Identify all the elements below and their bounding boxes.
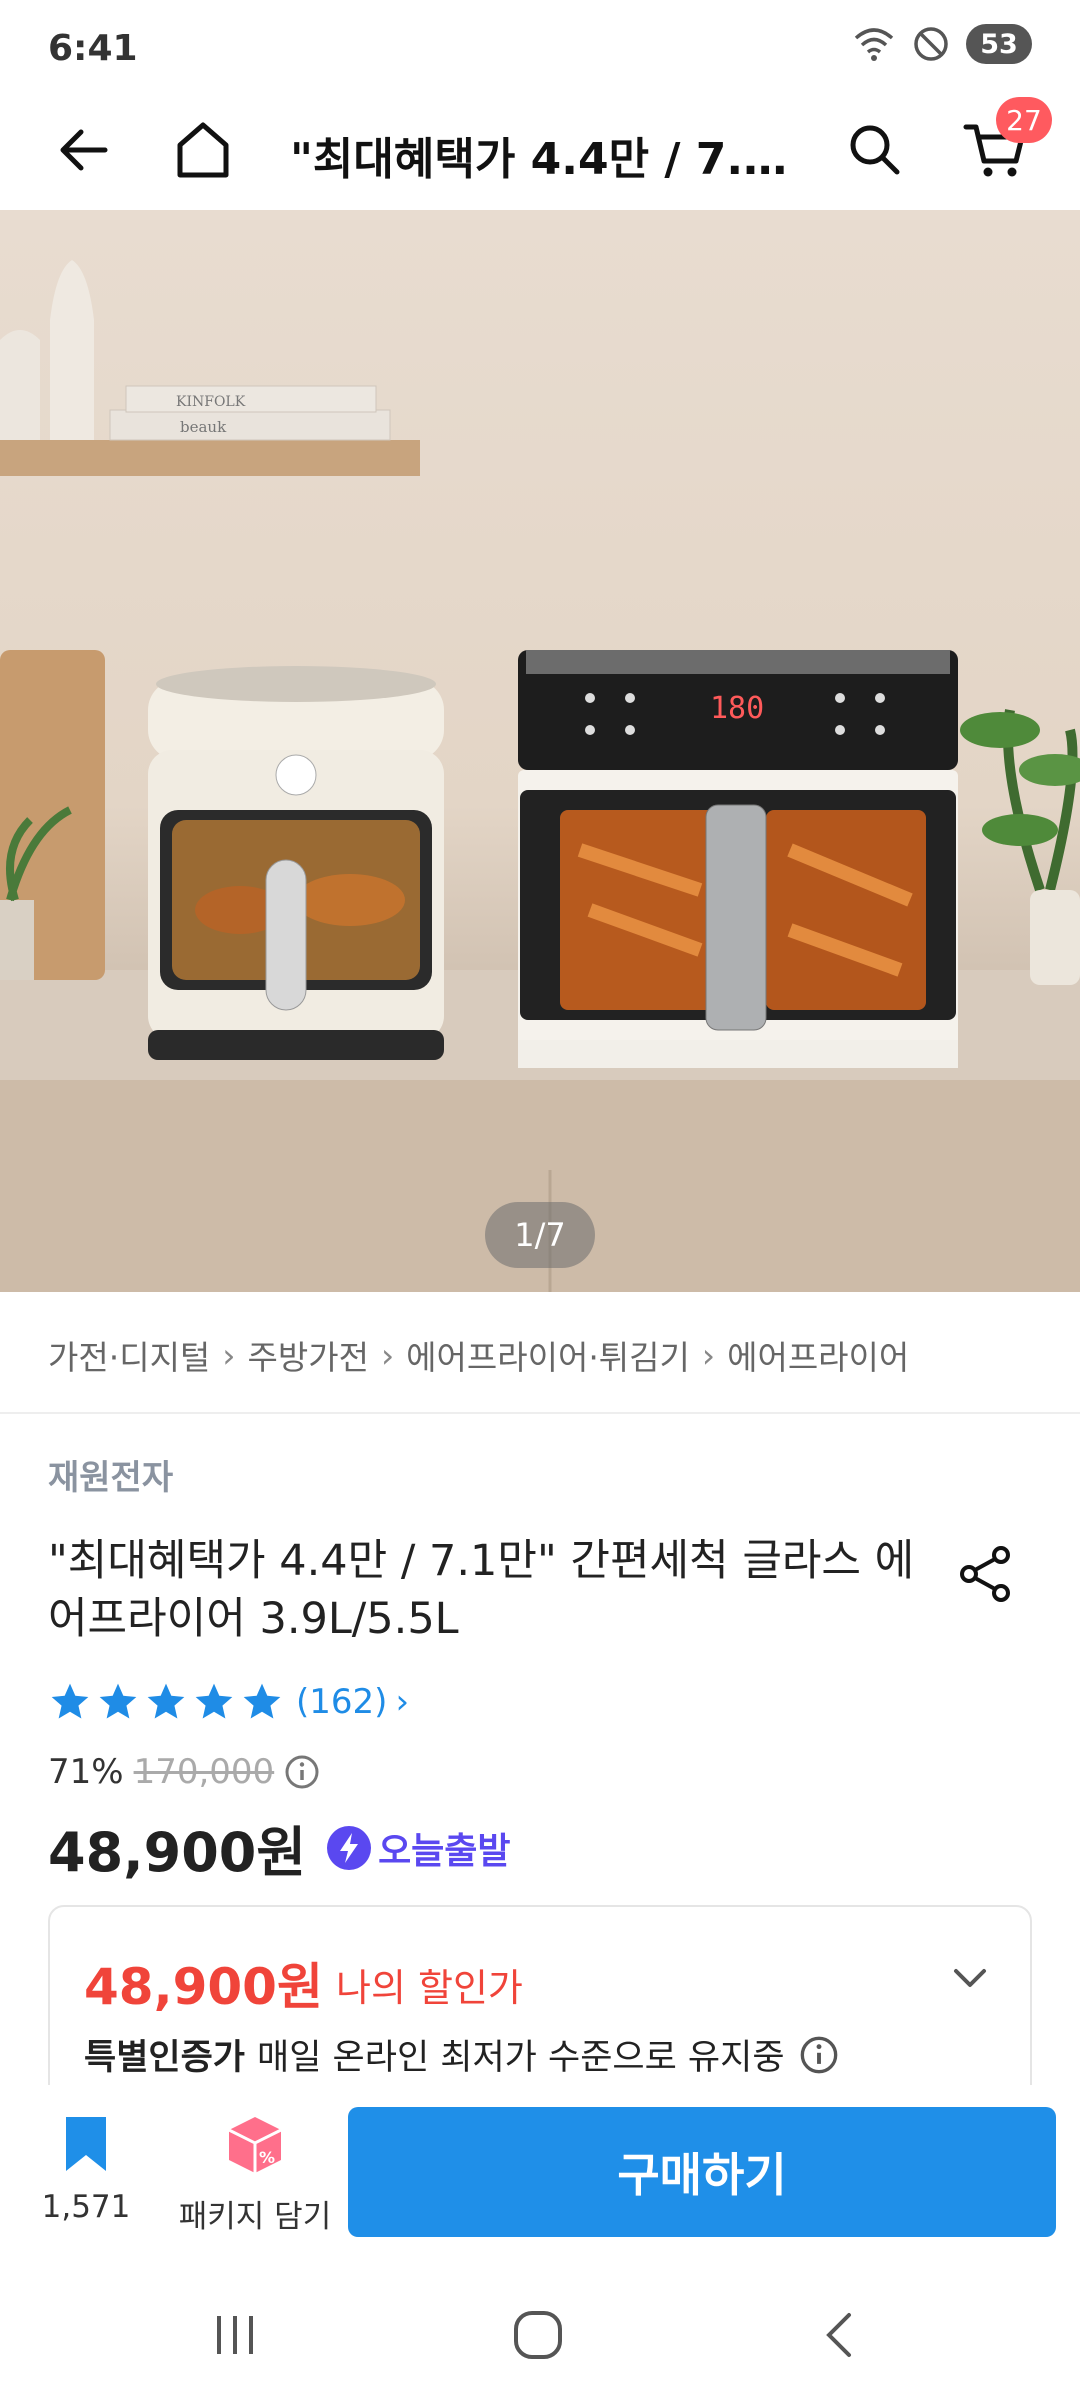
home-circle-icon — [514, 2311, 562, 2359]
product-title: "최대혜택가 4.4만 / 7.1만" 간편세척 글라스 에어프라이어 3.9L… — [48, 1536, 915, 1644]
star-icon — [243, 1683, 281, 1719]
info-icon[interactable] — [799, 2035, 839, 2075]
top-nav: "최대혜택가 4.4만 / 7.1만" 간편세척 글라스 에어프라이어 3.9L… — [0, 95, 1080, 210]
chevron-right-icon: › — [395, 1682, 410, 1722]
review-count[interactable]: (162) — [296, 1682, 387, 1722]
sale-price: 48,900원 — [48, 1821, 307, 1884]
share-button[interactable] — [950, 1538, 1022, 1610]
chevron-right-icon: › — [380, 1335, 395, 1375]
breadcrumb-item[interactable]: 에어프라이어·튀김기 — [406, 1331, 690, 1379]
chevron-down-icon[interactable] — [948, 1955, 992, 1999]
info-icon[interactable] — [284, 1754, 320, 1790]
package-add-label: 패키지 담기 — [178, 2199, 332, 2235]
price-row: 48,900원 오늘출발 — [48, 1808, 511, 1887]
chevron-right-icon: › — [701, 1335, 716, 1375]
product-photo: KINFOLK beauk 180 — [0, 260, 1080, 1292]
system-nav-bar — [0, 2260, 1080, 2400]
buy-button[interactable]: 구매하기 — [348, 2107, 1056, 2237]
package-add-button[interactable]: % 패키지 담기 — [170, 2113, 340, 2236]
home-button[interactable] — [158, 105, 248, 195]
back-nav-button[interactable] — [800, 2300, 880, 2370]
fryer-display: 180 — [710, 691, 764, 726]
price-note: 특별인증가 매일 온라인 최저가 수준으로 유지중 — [84, 2029, 839, 2080]
breadcrumb: 가전·디지털 › 주방가전 › 에어프라이어·튀김기 › 에어프라이어 — [48, 1325, 909, 1385]
status-time: 6:41 — [48, 28, 138, 69]
home-icon — [177, 122, 229, 178]
bottom-action-bar: 1,571 % 패키지 담기 구매하기 — [0, 2085, 1080, 2260]
brand-link[interactable]: 재원전자 — [48, 1450, 173, 1499]
image-counter: 1/7 — [485, 1202, 595, 1268]
svg-text:%: % — [259, 2148, 275, 2167]
recent-apps-icon — [217, 2316, 253, 2354]
wifi-icon — [854, 28, 894, 61]
rating-summary[interactable]: (162) › — [48, 1680, 409, 1724]
my-discount-card[interactable]: 48,900원 나의 할인가 특별인증가 매일 온라인 최저가 수준으로 유지중 — [48, 1905, 1032, 2105]
book-label-1: KINFOLK — [176, 394, 246, 410]
star-icon — [147, 1683, 185, 1719]
product-image-carousel[interactable]: KINFOLK beauk 180 1/7 — [0, 210, 1080, 1292]
star-icon — [99, 1683, 137, 1719]
home-nav-button[interactable] — [498, 2300, 578, 2370]
recent-apps-button[interactable] — [195, 2300, 275, 2370]
search-button[interactable] — [830, 105, 920, 195]
today-delivery-badge: 오늘출발 — [326, 1822, 511, 1874]
divider — [0, 1412, 1080, 1414]
my-discount-label: 나의 할인가 — [336, 1966, 523, 2010]
status-icons: 53 — [852, 24, 1032, 64]
status-bar: 6:41 53 — [0, 0, 1080, 95]
star-rating — [48, 1680, 284, 1724]
back-button[interactable] — [38, 105, 128, 195]
discount-rate: 71% — [48, 1752, 124, 1792]
chevron-left-icon — [826, 2313, 851, 2357]
lightning-icon — [327, 1825, 372, 1870]
price-note-title: 특별인증가 — [84, 2038, 246, 2078]
bookmark-icon — [66, 2117, 106, 2171]
wishlist-count: 1,571 — [41, 2189, 131, 2225]
discount-row: 71% 170,000 — [48, 1752, 320, 1792]
battery-indicator: 53 — [966, 24, 1032, 64]
today-delivery-label: 오늘출발 — [378, 1830, 511, 1872]
page-title: "최대혜택가 4.4만 / 7.1만" 간편세척 글라스 에어프라이어 3.9L… — [290, 134, 800, 185]
breadcrumb-item[interactable]: 가전·디지털 — [48, 1331, 210, 1379]
cart-button[interactable]: 27 — [950, 97, 1052, 195]
breadcrumb-item[interactable]: 에어프라이어 — [727, 1331, 909, 1379]
do-not-disturb-icon — [914, 27, 948, 61]
arrow-left-icon — [60, 129, 108, 171]
star-icon — [51, 1683, 89, 1719]
original-price: 170,000 — [133, 1752, 275, 1792]
my-discount-price: 48,900원 — [84, 1958, 323, 2016]
cart-count-badge: 27 — [996, 97, 1052, 143]
package-icon: % — [228, 2117, 282, 2173]
price-note-text: 매일 온라인 최저가 수준으로 유지중 — [257, 2038, 785, 2078]
breadcrumb-item[interactable]: 주방가전 — [248, 1331, 369, 1379]
book-label-2: beauk — [180, 418, 227, 436]
share-icon — [960, 1546, 1010, 1602]
wishlist-button[interactable]: 1,571 — [38, 2113, 134, 2225]
chevron-right-icon: › — [222, 1335, 236, 1375]
search-icon — [850, 125, 900, 175]
star-icon — [195, 1683, 233, 1719]
